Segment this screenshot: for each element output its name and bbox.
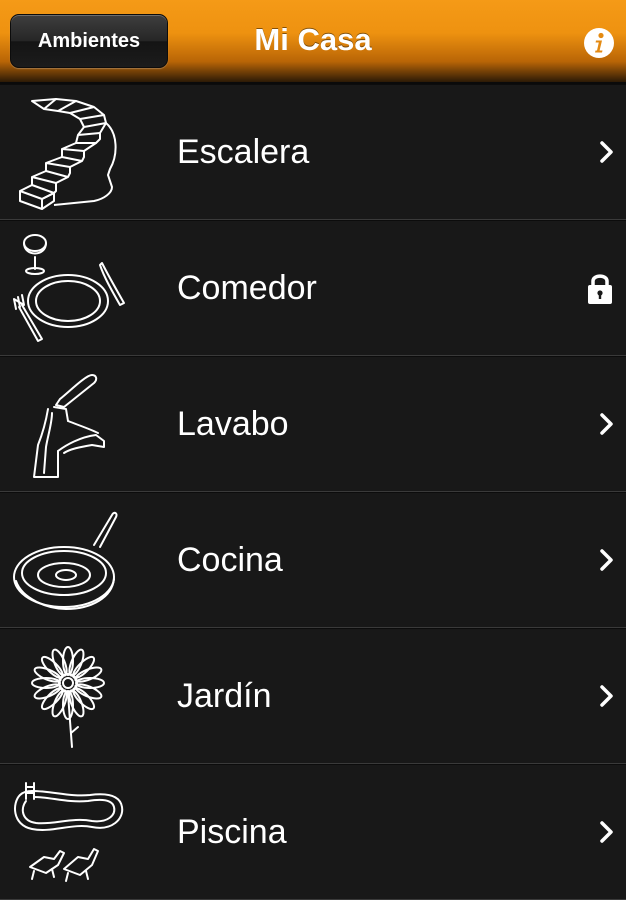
list-item-cocina[interactable]: Cocina <box>0 492 626 628</box>
list-item-lavabo[interactable]: Lavabo <box>0 356 626 492</box>
list-item-label: Comedor <box>177 269 317 307</box>
ambientes-back-button[interactable]: Ambientes <box>10 14 168 68</box>
list-item-label: Jardín <box>177 677 272 715</box>
list-item-piscina[interactable]: Piscina <box>0 764 626 900</box>
lock-icon <box>586 271 614 305</box>
chevron-right-icon <box>600 821 614 843</box>
list-item-jardin[interactable]: Jardín <box>0 628 626 764</box>
faucet-icon <box>8 365 130 483</box>
list-item-comedor[interactable]: Comedor <box>0 220 626 356</box>
room-list: Escalera Comedor Lavabo Cocina Jardín Pi… <box>0 84 626 900</box>
frying-pan-icon <box>8 501 130 619</box>
list-item-label: Piscina <box>177 813 287 851</box>
chevron-right-icon <box>600 549 614 571</box>
pool-icon <box>8 773 130 891</box>
list-item-label: Lavabo <box>177 405 289 443</box>
list-item-escalera[interactable]: Escalera <box>0 84 626 220</box>
dining-plate-icon <box>8 229 130 347</box>
info-icon[interactable] <box>583 27 615 59</box>
flower-icon <box>8 637 130 755</box>
navigation-bar: Ambientes Mi Casa <box>0 0 626 84</box>
chevron-right-icon <box>600 685 614 707</box>
chevron-right-icon <box>600 141 614 163</box>
staircase-icon <box>8 93 130 211</box>
list-item-label: Cocina <box>177 541 283 579</box>
list-item-label: Escalera <box>177 133 310 171</box>
chevron-right-icon <box>600 413 614 435</box>
